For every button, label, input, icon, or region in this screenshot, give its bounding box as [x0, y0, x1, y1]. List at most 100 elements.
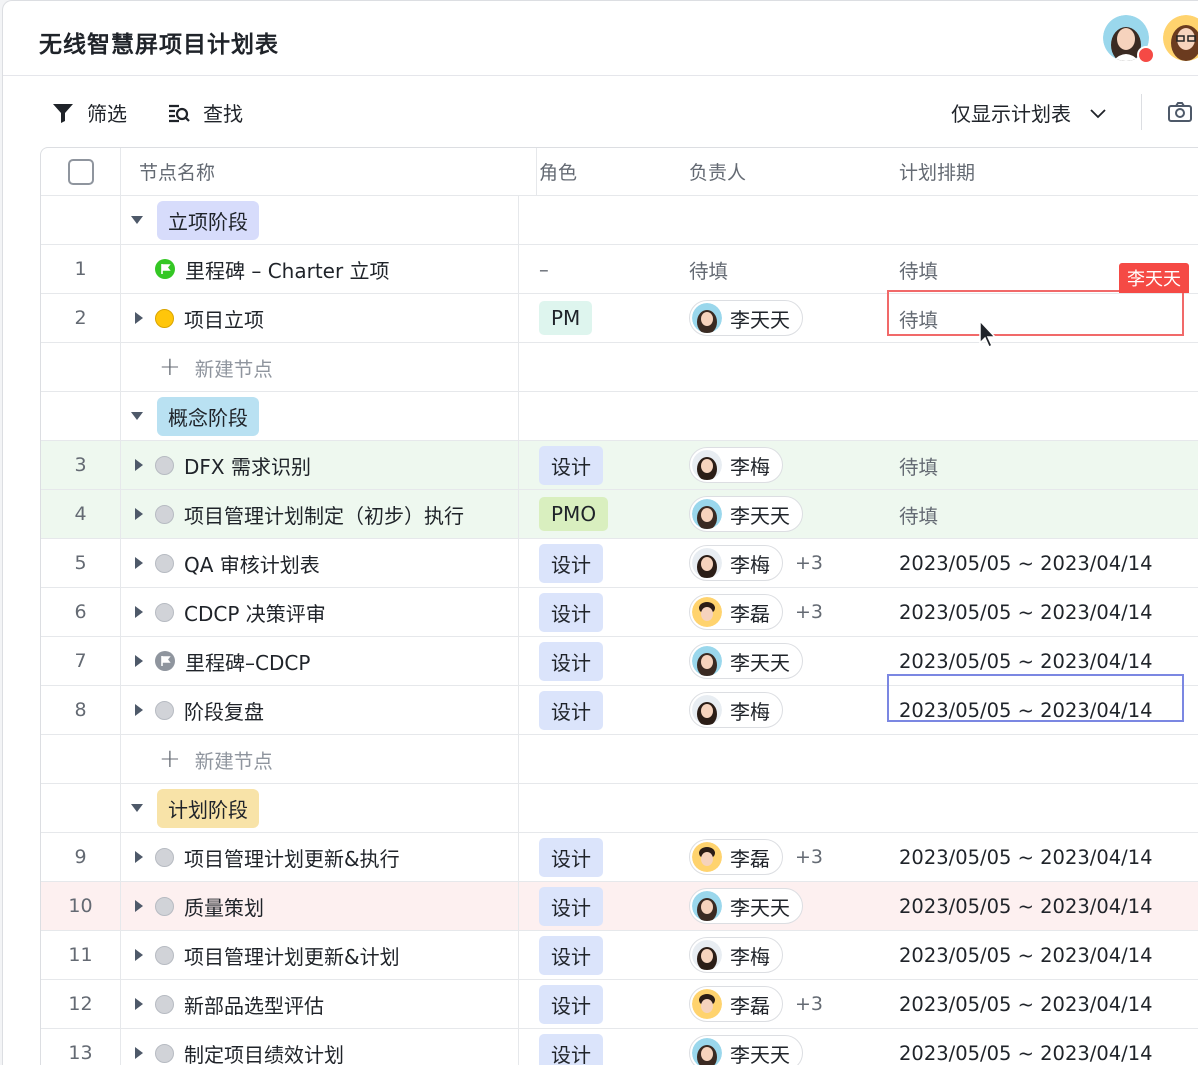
more-owners-count[interactable]: +3	[795, 846, 823, 868]
search-button[interactable]: 查找	[167, 98, 243, 127]
expand-toggle[interactable]	[135, 557, 143, 569]
table-row[interactable]: 11 项目管理计划更新&计划 设计 李梅 2023/05/05 ~ 2023/0…	[41, 931, 1198, 980]
table-row[interactable]: 9 项目管理计划更新&执行 设计 李磊+3 2023/05/05 ~ 2023/…	[41, 833, 1198, 882]
role-cell[interactable]: 设计	[519, 637, 669, 685]
role-cell[interactable]: 设计	[519, 1029, 669, 1065]
view-selector[interactable]: 仅显示计划表	[951, 98, 1109, 127]
table-row[interactable]: 3 DFX 需求识别 设计 李梅 待填	[41, 441, 1198, 490]
plan-cell[interactable]: 待填	[879, 490, 1198, 538]
node-name-cell[interactable]: CDCP 决策评审	[121, 588, 519, 636]
expand-toggle[interactable]	[135, 312, 143, 324]
owner-pill[interactable]: 李梅	[689, 937, 783, 973]
filter-button[interactable]: 筛选	[51, 98, 127, 127]
owner-pill[interactable]: 李磊	[689, 986, 783, 1022]
role-cell[interactable]: –	[519, 245, 669, 293]
owner-cell[interactable]: 李天天	[669, 882, 879, 930]
owner-pill[interactable]: 李梅	[689, 692, 783, 728]
owner-cell[interactable]: 李梅	[669, 931, 879, 979]
role-cell[interactable]: 设计	[519, 931, 669, 979]
owner-cell[interactable]: 李梅	[669, 686, 879, 734]
expand-toggle[interactable]	[135, 949, 143, 961]
more-owners-count[interactable]: +3	[795, 993, 823, 1015]
table-row[interactable]: 6 CDCP 决策评审 设计 李磊+3 2023/05/05 ~ 2023/04…	[41, 588, 1198, 637]
role-cell[interactable]: 设计	[519, 539, 669, 587]
role-cell[interactable]: 设计	[519, 980, 669, 1028]
owner-cell[interactable]: 李天天	[669, 1029, 879, 1065]
node-name-cell[interactable]: 项目立项	[121, 294, 519, 342]
owner-cell[interactable]: 李梅	[669, 441, 879, 489]
col-header-name[interactable]: 节点名称	[121, 148, 537, 195]
owner-cell[interactable]: 李磊 +3	[669, 980, 879, 1028]
node-name-cell[interactable]: DFX 需求识别	[121, 441, 519, 489]
owner-cell[interactable]: 待填	[669, 245, 879, 293]
table-row[interactable]: 5 QA 审核计划表 设计 李梅+3 2023/05/05 ~ 2023/04/…	[41, 539, 1198, 588]
more-owners-count[interactable]: +3	[795, 601, 823, 623]
expand-toggle[interactable]	[135, 704, 143, 716]
select-all-checkbox[interactable]	[68, 159, 94, 185]
owner-pill[interactable]: 李梅	[689, 545, 783, 581]
owner-pill[interactable]: 李天天	[689, 643, 803, 679]
table-row[interactable]: 4 项目管理计划制定（初步）执行 PMO 李天天 待填	[41, 490, 1198, 539]
node-name-cell[interactable]: QA 审核计划表	[121, 539, 519, 587]
owner-cell[interactable]: 李天天	[669, 637, 879, 685]
node-name-cell[interactable]: 项目管理计划制定（初步）执行	[121, 490, 519, 538]
expand-toggle[interactable]	[135, 900, 143, 912]
add-node-row[interactable]: +新建节点	[41, 735, 1198, 784]
col-header-role[interactable]: 角色	[519, 148, 689, 195]
node-name-cell[interactable]: 里程碑 – Charter 立项	[121, 245, 519, 293]
add-node-button[interactable]: +新建节点	[121, 343, 519, 391]
table-row[interactable]: 10 质量策划 设计 李天天 2023/05/05 ~ 2023/04/14	[41, 882, 1198, 931]
plan-cell[interactable]: 2023/05/05 ~ 2023/04/14	[879, 539, 1198, 587]
node-name-cell[interactable]: 项目管理计划更新&计划	[121, 931, 519, 979]
collapse-toggle[interactable]	[131, 216, 143, 224]
role-cell[interactable]: 设计	[519, 686, 669, 734]
owner-cell[interactable]: 李磊 +3	[669, 833, 879, 881]
owner-pill[interactable]: 李磊	[689, 594, 783, 630]
table-row[interactable]: 1 里程碑 – Charter 立项 – 待填 待填	[41, 245, 1198, 294]
add-node-button[interactable]: +新建节点	[121, 735, 519, 783]
owner-pill[interactable]: 李天天	[689, 888, 803, 924]
more-owners-count[interactable]: +3	[795, 552, 823, 574]
owner-pill[interactable]: 李天天	[689, 1035, 803, 1065]
expand-toggle[interactable]	[135, 606, 143, 618]
collapse-toggle[interactable]	[131, 412, 143, 420]
plan-cell[interactable]: 2023/05/05 ~ 2023/04/14	[879, 980, 1198, 1028]
node-name-cell[interactable]: 项目管理计划更新&执行	[121, 833, 519, 881]
owner-pill[interactable]: 李磊	[689, 839, 783, 875]
role-cell[interactable]: 设计	[519, 833, 669, 881]
plan-cell[interactable]: 2023/05/05 ~ 2023/04/14	[879, 588, 1198, 636]
table-row[interactable]: 13 制定项目绩效计划 设计 李天天 2023/05/05 ~ 2023/04/…	[41, 1029, 1198, 1065]
node-name-cell[interactable]: 质量策划	[121, 882, 519, 930]
add-node-row[interactable]: +新建节点	[41, 343, 1198, 392]
owner-cell[interactable]: 李天天	[669, 294, 879, 342]
role-cell[interactable]: 设计	[519, 441, 669, 489]
plan-cell[interactable]: 2023/05/05 ~ 2023/04/14	[879, 833, 1198, 881]
expand-toggle[interactable]	[135, 1047, 143, 1059]
expand-toggle[interactable]	[135, 851, 143, 863]
expand-toggle[interactable]	[135, 508, 143, 520]
owner-pill[interactable]: 李天天	[689, 496, 803, 532]
avatar[interactable]	[1163, 15, 1198, 61]
expand-toggle[interactable]	[135, 655, 143, 667]
role-cell[interactable]: 设计	[519, 882, 669, 930]
plan-cell[interactable]: 2023/05/05 ~ 2023/04/14	[879, 931, 1198, 979]
owner-cell[interactable]: 李梅 +3	[669, 539, 879, 587]
role-cell[interactable]: 设计	[519, 588, 669, 636]
plan-cell[interactable]: 待填	[879, 441, 1198, 489]
owner-pill[interactable]: 李梅	[689, 447, 783, 483]
node-name-cell[interactable]: 阶段复盘	[121, 686, 519, 734]
node-name-cell[interactable]: 制定项目绩效计划	[121, 1029, 519, 1065]
expand-toggle[interactable]	[135, 998, 143, 1010]
plan-cell[interactable]: 2023/05/05 ~ 2023/04/14	[879, 1029, 1198, 1065]
owner-cell[interactable]: 李磊 +3	[669, 588, 879, 636]
role-cell[interactable]: PM	[519, 294, 669, 342]
collapse-toggle[interactable]	[131, 804, 143, 812]
node-name-cell[interactable]: 新部品选型评估	[121, 980, 519, 1028]
node-name-cell[interactable]: 里程碑–CDCP	[121, 637, 519, 685]
table-row[interactable]: 12 新部品选型评估 设计 李磊+3 2023/05/05 ~ 2023/04/…	[41, 980, 1198, 1029]
col-header-owner[interactable]: 负责人	[669, 148, 899, 195]
role-cell[interactable]: PMO	[519, 490, 669, 538]
owner-pill[interactable]: 李天天	[689, 300, 803, 336]
camera-icon[interactable]	[1167, 99, 1193, 125]
owner-cell[interactable]: 李天天	[669, 490, 879, 538]
